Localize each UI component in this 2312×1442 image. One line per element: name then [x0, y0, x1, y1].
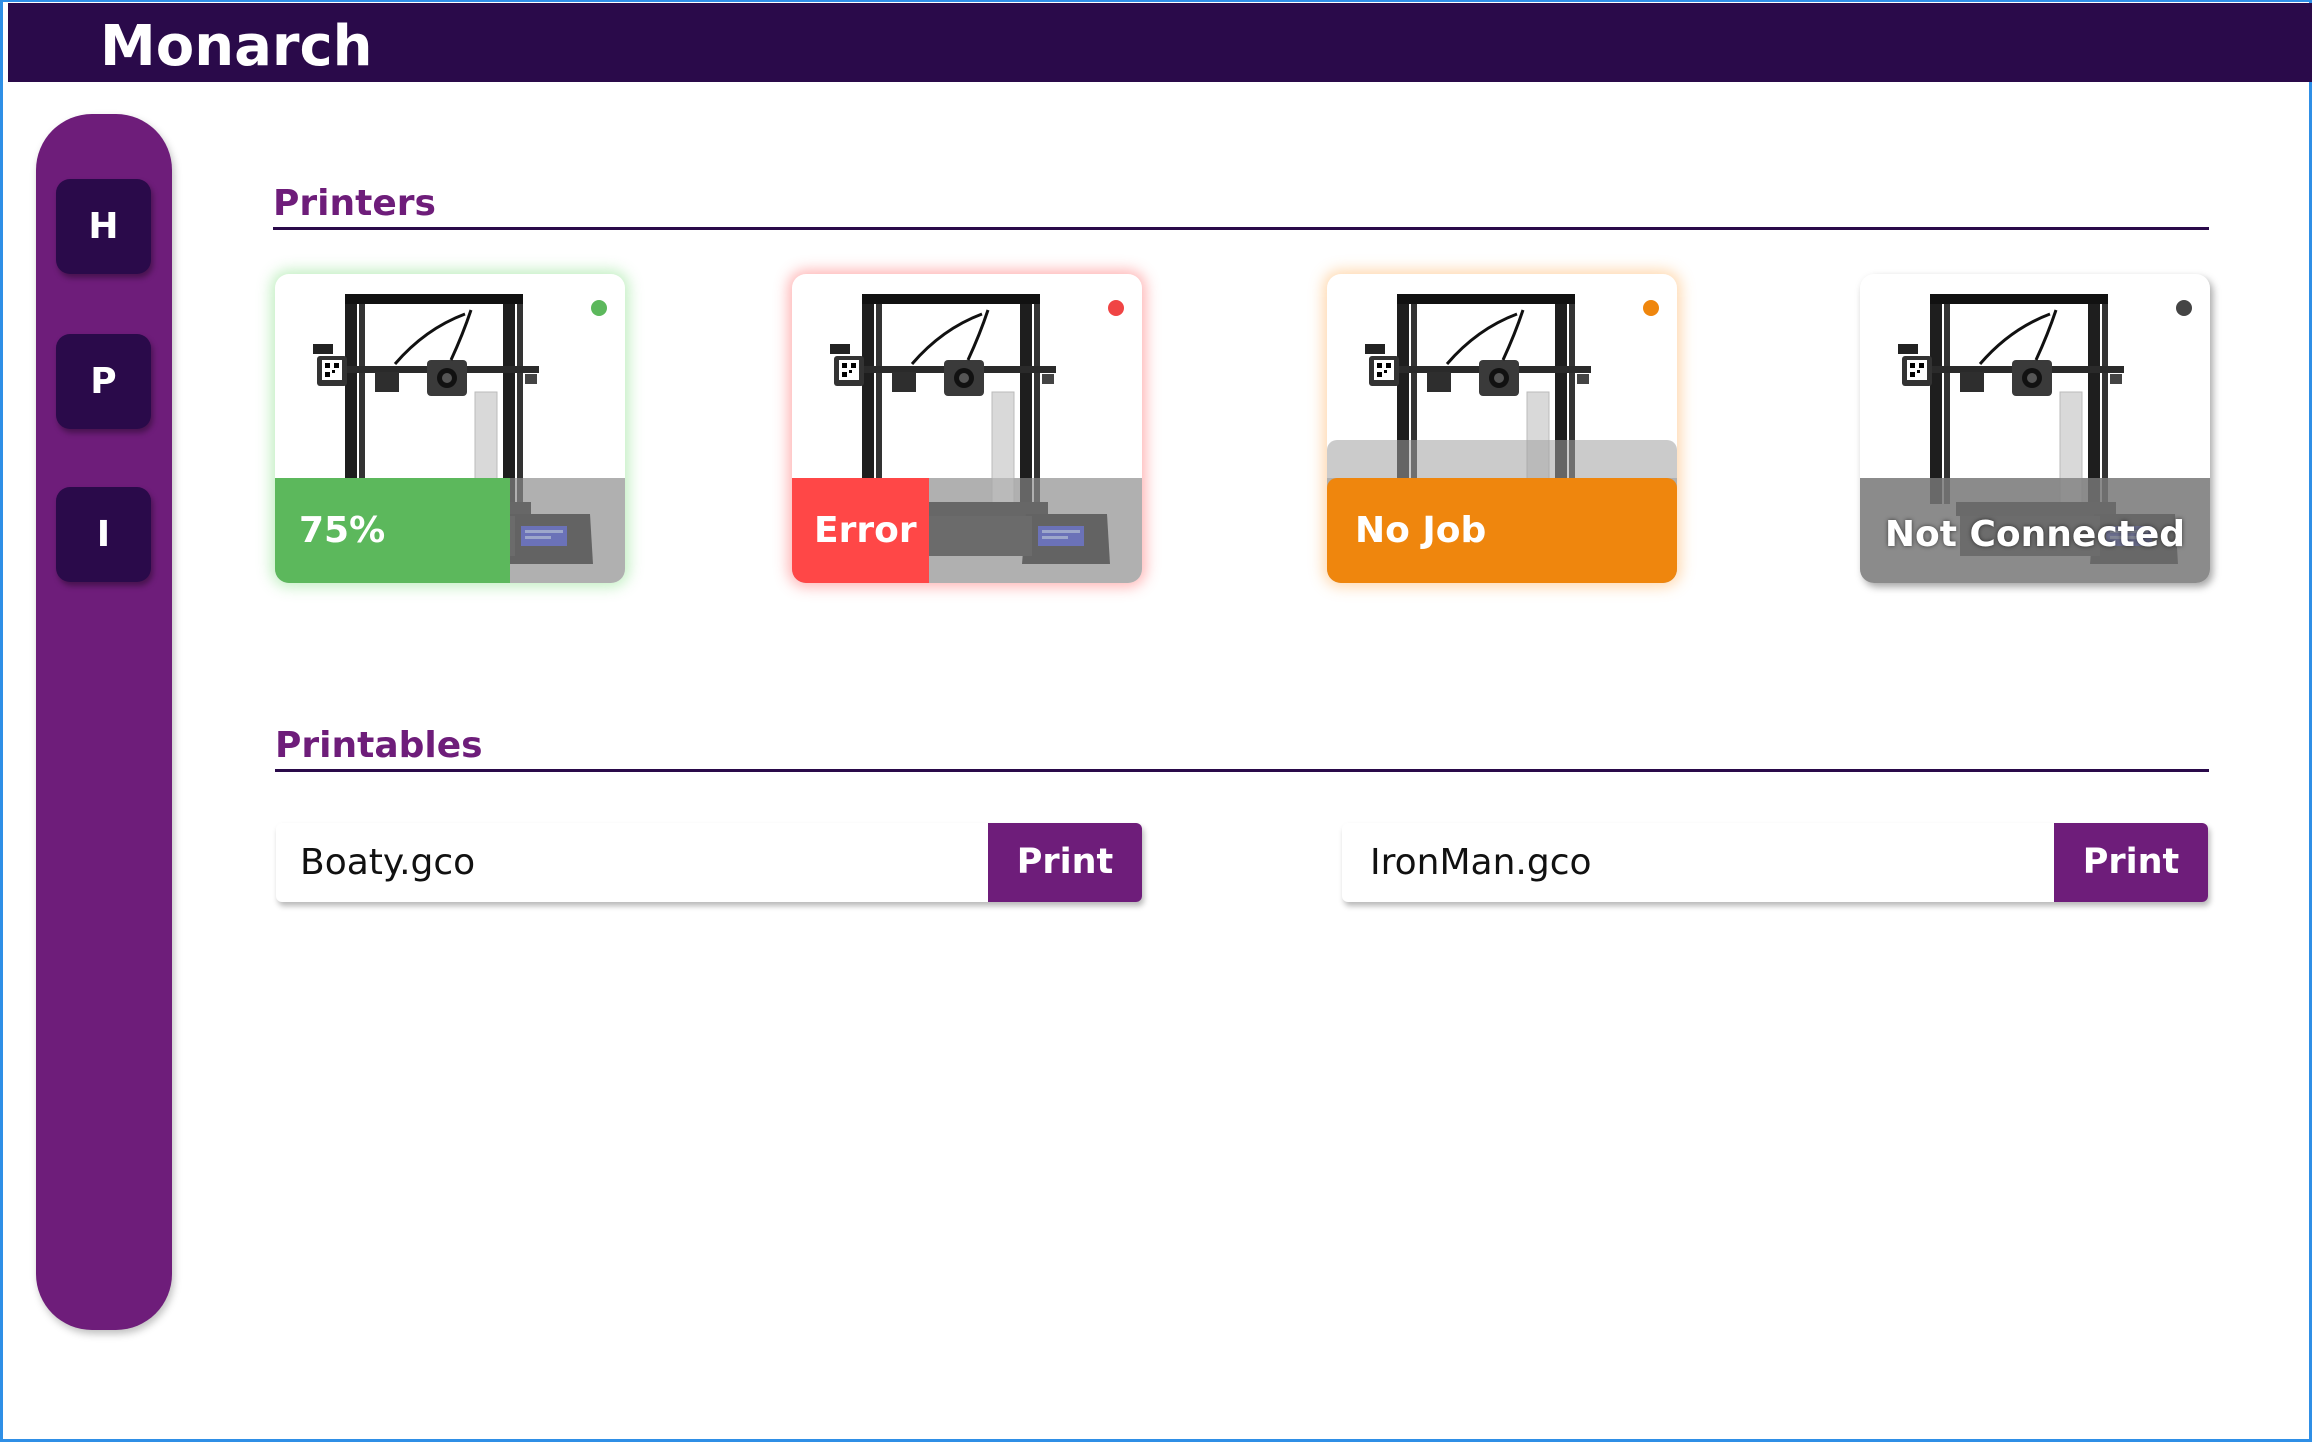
- printables-section-title: Printables: [275, 725, 483, 766]
- progress-bar: Not Connected: [1860, 478, 2210, 583]
- printer-status-label: 75%: [299, 510, 386, 551]
- print-it-button[interactable]: Print It!: [2054, 823, 2208, 961]
- printer-status-label: Not Connected: [1884, 514, 2186, 555]
- printable-file-row: IronMan.gco Print It!: [1342, 823, 2208, 961]
- status-dot-icon: [2176, 300, 2192, 316]
- status-dot-icon: [1643, 300, 1659, 316]
- progress-bar: 75%: [275, 478, 625, 583]
- print-it-button[interactable]: Print It!: [988, 823, 1142, 961]
- app-title: Monarch: [100, 14, 373, 79]
- printer-card[interactable]: No Job: [1327, 274, 1677, 583]
- file-name: Boaty.gco: [300, 842, 476, 883]
- file-name: IronMan.gco: [1370, 842, 1592, 883]
- printer-status-label: Error: [814, 510, 917, 551]
- printer-card[interactable]: 75%: [275, 274, 625, 583]
- progress-bar: Error: [792, 478, 1142, 583]
- sidebar: H P I: [36, 114, 172, 1330]
- status-dot-icon: [591, 300, 607, 316]
- printer-card[interactable]: Not Connected: [1860, 274, 2210, 583]
- printable-file-row: Boaty.gco Print It!: [276, 823, 1142, 961]
- printer-card[interactable]: Error: [792, 274, 1142, 583]
- sidebar-item-info[interactable]: I: [56, 487, 151, 582]
- printers-section-title: Printers: [273, 183, 436, 224]
- printer-status-label: No Job: [1355, 510, 1487, 551]
- sidebar-item-printers[interactable]: P: [56, 334, 151, 429]
- progress-bar: No Job: [1327, 440, 1677, 583]
- status-dot-icon: [1108, 300, 1124, 316]
- printers-divider: [273, 227, 2209, 230]
- printables-divider: [275, 769, 2209, 772]
- sidebar-item-home[interactable]: H: [56, 179, 151, 274]
- top-bar: Monarch: [8, 3, 2312, 82]
